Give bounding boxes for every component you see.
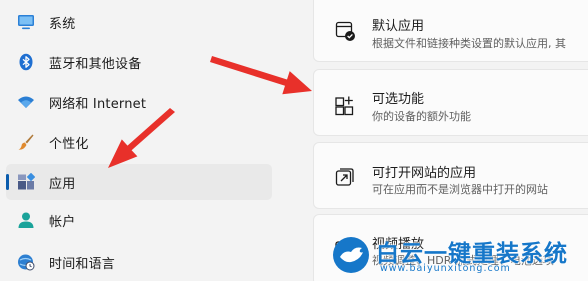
sidebar-item-network[interactable]: 网络和 Internet [6,84,272,120]
bluetooth-icon [17,53,35,71]
apps-icon [17,172,36,191]
brush-icon [17,133,35,151]
sidebar-item-label: 时间和语言 [49,256,116,272]
watermark-bird-icon [332,236,370,274]
sidebar-item-label: 个性化 [49,136,89,152]
optional-features-card[interactable]: 可选功能 你的设备的额外功能 [313,69,588,136]
settings-window: 系统 蓝牙和其他设备 网络和 Internet 个性化 应用 帐户 时间和语言 … [0,0,588,281]
wifi-icon [17,93,35,111]
sidebar-item-accounts[interactable]: 帐户 [6,202,272,238]
apps-for-websites-card[interactable]: 可打开网站的应用 可在应用而不是浏览器中打开的网站 [313,142,588,209]
sidebar-item-system[interactable]: 系统 [6,4,272,40]
monitor-icon [17,13,35,31]
sidebar-item-bluetooth[interactable]: 蓝牙和其他设备 [6,44,272,80]
sidebar-item-label: 网络和 Internet [49,96,147,112]
sidebar-nav: 系统 蓝牙和其他设备 网络和 Internet 个性化 应用 帐户 时间和语言 [0,0,300,281]
card-title: 可打开网站的应用 [372,166,477,181]
card-subtitle: 根据文件和链接种类设置的默认应用, 其 [372,37,566,50]
card-subtitle: 可在应用而不是浏览器中打开的网站 [372,183,548,196]
active-indicator [6,174,9,190]
watermark-url: www.baiyunxitong.com [380,263,511,274]
sidebar-item-personalization[interactable]: 个性化 [6,124,272,160]
sidebar-item-label: 应用 [49,176,76,192]
optional-features-icon [334,94,356,116]
card-subtitle: 你的设备的额外功能 [372,110,471,123]
card-title: 默认应用 [372,19,425,34]
default-apps-icon [334,20,356,42]
card-title: 可选功能 [372,92,425,107]
person-icon [17,211,35,229]
open-in-app-icon [334,166,356,188]
sidebar-item-label: 蓝牙和其他设备 [49,56,142,72]
sidebar-item-apps[interactable]: 应用 [6,164,272,200]
default-apps-card[interactable]: 默认应用 根据文件和链接种类设置的默认应用, 其 [313,0,588,62]
globe-clock-icon [17,253,35,271]
sidebar-item-label: 系统 [49,16,76,32]
sidebar-item-label: 帐户 [49,214,76,230]
sidebar-item-time-language[interactable]: 时间和语言 [6,244,272,280]
